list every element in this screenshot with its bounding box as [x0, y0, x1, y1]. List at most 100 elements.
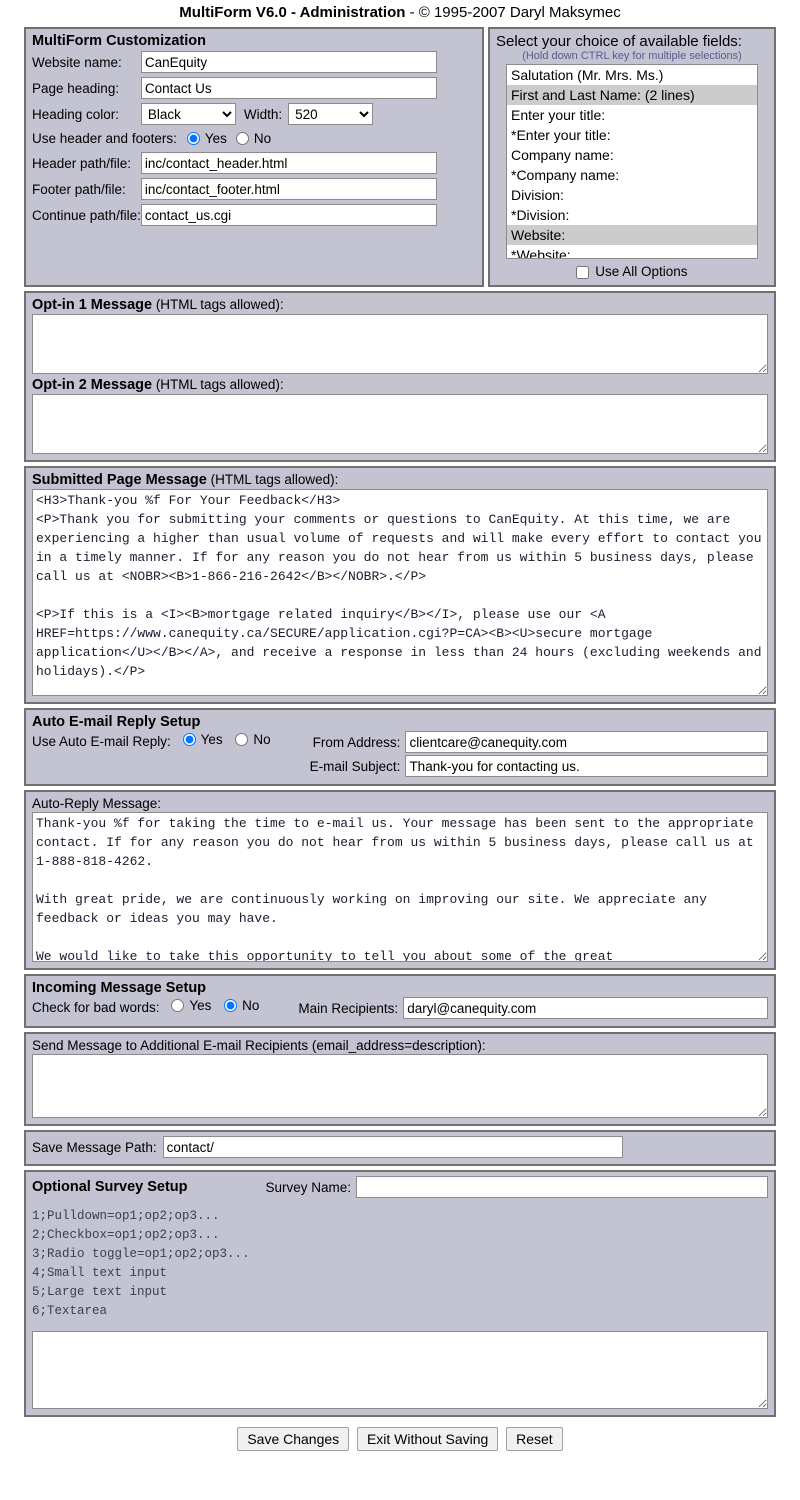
- multiform-customization-legend: MultiForm Customization: [32, 33, 206, 49]
- survey-syntax-help: 1;Pulldown=op1;op2;op3... 2;Checkbox=op1…: [32, 1209, 250, 1318]
- available-field-option[interactable]: *Division:: [507, 205, 757, 225]
- exit-without-saving-button[interactable]: Exit Without Saving: [356, 1427, 499, 1451]
- from-address-label: From Address:: [312, 734, 401, 750]
- optin2-label: Opt-in 2 Message (HTML tags allowed):: [32, 374, 768, 394]
- bad-words-yes-radio[interactable]: [171, 999, 185, 1012]
- use-all-options-label: Use All Options: [595, 264, 688, 279]
- available-field-option[interactable]: *Enter your title:: [507, 125, 757, 145]
- heading-color-select[interactable]: BlackWhiteRedBlueGreenGray: [140, 103, 236, 125]
- main-recipients-label: Main Recipients:: [298, 1000, 399, 1016]
- auto-email-reply-fields: From Address: E-mail Subject:: [310, 730, 768, 778]
- auto-email-reply-toggle-group: Use Auto E-mail Reply: Yes No: [32, 730, 280, 749]
- optin1-textarea[interactable]: [32, 314, 768, 374]
- use-header-footer-yes[interactable]: Yes: [186, 131, 227, 146]
- save-message-path-row: Save Message Path:: [32, 1136, 768, 1158]
- auto-email-reply-grid: Use Auto E-mail Reply: Yes No From Addre…: [32, 730, 768, 778]
- auto-reply-message-panel: Auto-Reply Message:: [24, 790, 776, 970]
- header-path-input[interactable]: [140, 152, 437, 174]
- page-heading-input[interactable]: [140, 77, 437, 99]
- submitted-message-label: Submitted Page Message (HTML tags allowe…: [32, 472, 768, 489]
- optin2-textarea[interactable]: [32, 394, 768, 454]
- optin1-note: (HTML tags allowed):: [152, 297, 284, 312]
- multiform-customization-panel: MultiForm Customization Website name: Pa…: [24, 27, 484, 287]
- optin1-legend: Opt-in 1 Message: [32, 297, 153, 313]
- page-title: MultiForm V6.0 - Administration - © 1995…: [0, 0, 800, 27]
- use-all-options-toggle[interactable]: Use All Options: [576, 264, 688, 279]
- bad-words-yes-label: Yes: [189, 998, 212, 1013]
- incoming-message-panel: Incoming Message Setup Check for bad wor…: [24, 974, 776, 1028]
- survey-body-textarea[interactable]: [32, 1331, 768, 1409]
- save-message-path-input[interactable]: [162, 1136, 623, 1158]
- auto-email-reply-yes-radio[interactable]: [182, 733, 196, 746]
- header-path-row: Header path/file:: [32, 150, 437, 176]
- header-path-label: Header path/file:: [32, 155, 132, 171]
- footer-path-label: Footer path/file:: [32, 181, 126, 197]
- save-message-path-label: Save Message Path:: [32, 1139, 157, 1155]
- use-header-footer-no[interactable]: No: [235, 131, 272, 146]
- email-subject-row: E-mail Subject:: [310, 754, 768, 778]
- use-header-footer-yes-label: Yes: [204, 131, 227, 146]
- footer-path-input[interactable]: [140, 178, 437, 200]
- incoming-message-legend: Incoming Message Setup: [32, 980, 207, 996]
- from-address-row: From Address:: [310, 730, 768, 754]
- available-field-option[interactable]: *Website:: [507, 245, 757, 258]
- customization-table: Website name: Page heading: Heading colo…: [32, 49, 437, 228]
- use-header-footer-label: Use header and footers:: [32, 131, 177, 146]
- optin-messages-panel: Opt-in 1 Message (HTML tags allowed): Op…: [24, 291, 776, 462]
- auto-email-reply-panel: Auto E-mail Reply Setup Use Auto E-mail …: [24, 708, 776, 786]
- use-header-footer-yes-radio[interactable]: [186, 132, 200, 145]
- auto-email-reply-yes-label: Yes: [200, 732, 223, 747]
- additional-recipients-label: Send Message to Additional E-mail Recipi…: [32, 1038, 486, 1053]
- survey-name-label: Survey Name:: [265, 1179, 352, 1195]
- survey-name-input[interactable]: [356, 1176, 768, 1198]
- available-field-option[interactable]: Enter your title:: [507, 105, 757, 125]
- available-field-option[interactable]: *Company name:: [507, 165, 757, 185]
- auto-email-reply-no[interactable]: No: [235, 732, 271, 747]
- main-recipients-input[interactable]: [403, 997, 768, 1019]
- auto-email-reply-use-label: Use Auto E-mail Reply:: [32, 734, 171, 749]
- available-field-option[interactable]: Salutation (Mr. Mrs. Ms.): [507, 65, 757, 85]
- bad-words-no[interactable]: No: [224, 998, 259, 1013]
- auto-email-reply-no-radio[interactable]: [235, 733, 249, 746]
- save-message-path-panel: Save Message Path:: [24, 1130, 776, 1166]
- bad-words-yes[interactable]: Yes: [171, 998, 211, 1013]
- available-field-option[interactable]: Website:: [507, 225, 757, 245]
- optin2-legend: Opt-in 2 Message: [32, 377, 153, 393]
- survey-head: Optional Survey Setup Survey Name:: [32, 1176, 768, 1198]
- available-field-option[interactable]: First and Last Name: (2 lines): [507, 85, 757, 105]
- width-select[interactable]: 400450520600700800: [288, 103, 374, 125]
- use-all-options-checkbox[interactable]: [576, 265, 590, 279]
- auto-email-reply-yes[interactable]: Yes: [182, 732, 223, 747]
- bad-words-no-label: No: [242, 998, 260, 1013]
- reset-button[interactable]: Reset: [506, 1427, 563, 1451]
- available-fields-listbox[interactable]: Salutation (Mr. Mrs. Ms.) First and Last …: [506, 64, 758, 259]
- save-changes-button[interactable]: Save Changes: [237, 1427, 350, 1451]
- continue-path-row: Continue path/file:: [32, 202, 437, 228]
- use-header-footer-no-radio[interactable]: [235, 132, 249, 145]
- bad-words-no-radio[interactable]: [224, 999, 238, 1012]
- available-field-option[interactable]: Division:: [507, 185, 757, 205]
- additional-recipients-panel: Send Message to Additional E-mail Recipi…: [24, 1032, 776, 1126]
- available-fields-subheading: (Hold down CTRL key for multiple selecti…: [522, 50, 742, 62]
- submitted-message-textarea[interactable]: [32, 489, 768, 696]
- website-name-input[interactable]: [140, 51, 437, 73]
- use-header-footer-no-label: No: [253, 131, 272, 146]
- auto-email-reply-no-label: No: [253, 732, 271, 747]
- available-field-option[interactable]: Company name:: [507, 145, 757, 165]
- auto-reply-message-textarea[interactable]: [32, 812, 768, 962]
- heading-color-label: Heading color:: [32, 106, 120, 122]
- incoming-message-grid: Check for bad words: Yes No Main Recipie…: [32, 996, 768, 1020]
- use-header-footer-row: Use header and footers: Yes No: [32, 127, 437, 150]
- use-all-options-row: Use All Options: [496, 264, 768, 279]
- heading-color-row: Heading color: BlackWhiteRedBlueGreenGra…: [32, 101, 437, 127]
- page-title-copyright: - © 1995-2007 Daryl Maksymec: [405, 4, 621, 21]
- from-address-input[interactable]: [405, 731, 768, 753]
- continue-path-input[interactable]: [140, 204, 437, 226]
- button-bar: Save Changes Exit Without Saving Reset: [0, 1427, 800, 1451]
- optional-survey-panel: Optional Survey Setup Survey Name: 1;Pul…: [24, 1170, 776, 1417]
- additional-recipients-textarea[interactable]: [32, 1054, 768, 1118]
- website-name-row: Website name:: [32, 49, 437, 75]
- email-subject-input[interactable]: [405, 755, 768, 777]
- submitted-page-message-panel: Submitted Page Message (HTML tags allowe…: [24, 466, 776, 704]
- footer-path-row: Footer path/file:: [32, 176, 437, 202]
